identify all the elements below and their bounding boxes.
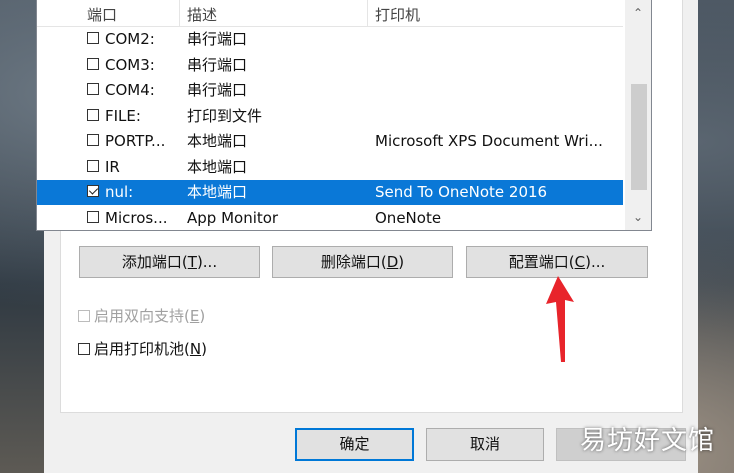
red-arrow-icon xyxy=(546,276,574,362)
port-checkbox[interactable] xyxy=(87,108,99,121)
port-cell-printer: Send To OneNote 2016 xyxy=(375,183,548,201)
port-cell-port: COM3: xyxy=(105,55,155,74)
ok-button[interactable]: 确定 xyxy=(295,428,414,461)
port-row[interactable]: FILE: 打印到文件 xyxy=(37,104,623,129)
column-divider[interactable] xyxy=(179,0,180,26)
port-checkbox[interactable] xyxy=(87,159,99,172)
configure-port-button[interactable]: 配置端口(C)... xyxy=(466,246,648,278)
port-row[interactable]: COM2: 串行端口 xyxy=(37,27,623,52)
column-header-port[interactable]: 端口 xyxy=(87,0,117,26)
ports-list[interactable]: 端口 描述 打印机 COM2: 串行端口 COM3: 串行端口 COM4: 串行端口 FIL… xyxy=(36,0,652,231)
port-cell-port: PORTP... xyxy=(105,132,166,150)
port-cell-port: nul: xyxy=(105,183,134,201)
port-cell-printer xyxy=(375,104,621,129)
port-cell-printer xyxy=(375,78,621,103)
column-divider[interactable] xyxy=(367,0,368,26)
port-cell-printer: OneNote xyxy=(375,208,442,227)
port-cell-port: FILE: xyxy=(105,106,141,125)
port-cell-port: Micros... xyxy=(105,208,168,227)
chevron-up-icon[interactable]: ⌃ xyxy=(625,2,651,24)
port-cell-desc: 串行端口 xyxy=(187,81,248,99)
port-cell-desc: 打印到文件 xyxy=(187,106,263,125)
cancel-button[interactable]: 取消 xyxy=(426,428,544,461)
port-row[interactable]: PORTP... 本地端口 Microsoft XPS Document Wri..… xyxy=(37,129,623,154)
port-cell-port: COM2: xyxy=(105,30,155,48)
port-cell-printer xyxy=(375,155,621,180)
port-row[interactable]: COM4: 串行端口 xyxy=(37,78,623,103)
port-checkbox[interactable] xyxy=(87,134,99,146)
port-checkbox[interactable] xyxy=(87,32,99,44)
column-header-printer[interactable]: 打印机 xyxy=(375,0,420,26)
port-checkbox[interactable] xyxy=(87,83,99,95)
port-cell-printer xyxy=(375,53,621,78)
ports-list-header: 端口 描述 打印机 xyxy=(37,0,623,27)
bidirectional-support-checkbox[interactable]: 启用双向支持(E) xyxy=(78,305,205,327)
port-checkbox[interactable] xyxy=(87,185,99,197)
port-cell-desc: 本地端口 xyxy=(187,183,248,201)
port-row[interactable]: COM3: 串行端口 xyxy=(37,53,623,78)
port-cell-desc: 串行端口 xyxy=(187,30,248,48)
port-cell-port: IR xyxy=(105,157,120,176)
port-cell-printer xyxy=(375,27,621,52)
port-cell-port: COM4: xyxy=(105,81,155,99)
port-cell-desc: 串行端口 xyxy=(187,55,248,74)
delete-port-button[interactable]: 删除端口(D) xyxy=(272,246,453,278)
port-row[interactable]: Micros... App Monitor OneNote xyxy=(37,206,623,231)
checkbox-box xyxy=(78,310,90,322)
port-checkbox[interactable] xyxy=(87,57,99,70)
ports-list-scrollbar[interactable]: ⌃ ⌄ xyxy=(625,0,651,230)
port-checkbox[interactable] xyxy=(87,210,99,223)
port-cell-desc: 本地端口 xyxy=(187,132,248,150)
column-header-description[interactable]: 描述 xyxy=(187,0,217,26)
checkbox-box xyxy=(78,343,90,355)
scrollbar-thumb[interactable] xyxy=(631,84,647,190)
port-cell-desc: 本地端口 xyxy=(187,157,248,176)
port-cell-printer: Microsoft XPS Document Wri... xyxy=(375,132,603,150)
watermark-text: 易坊好文馆 xyxy=(580,426,716,456)
port-row[interactable]: nul: 本地端口 Send To OneNote 2016 xyxy=(37,180,623,205)
printer-pooling-checkbox[interactable]: 启用打印机池(N) xyxy=(78,338,207,360)
port-cell-desc: App Monitor xyxy=(187,208,279,227)
port-row[interactable]: IR 本地端口 xyxy=(37,155,623,180)
chevron-down-icon[interactable]: ⌄ xyxy=(625,206,651,228)
add-port-button[interactable]: 添加端口(T)... xyxy=(79,246,260,278)
